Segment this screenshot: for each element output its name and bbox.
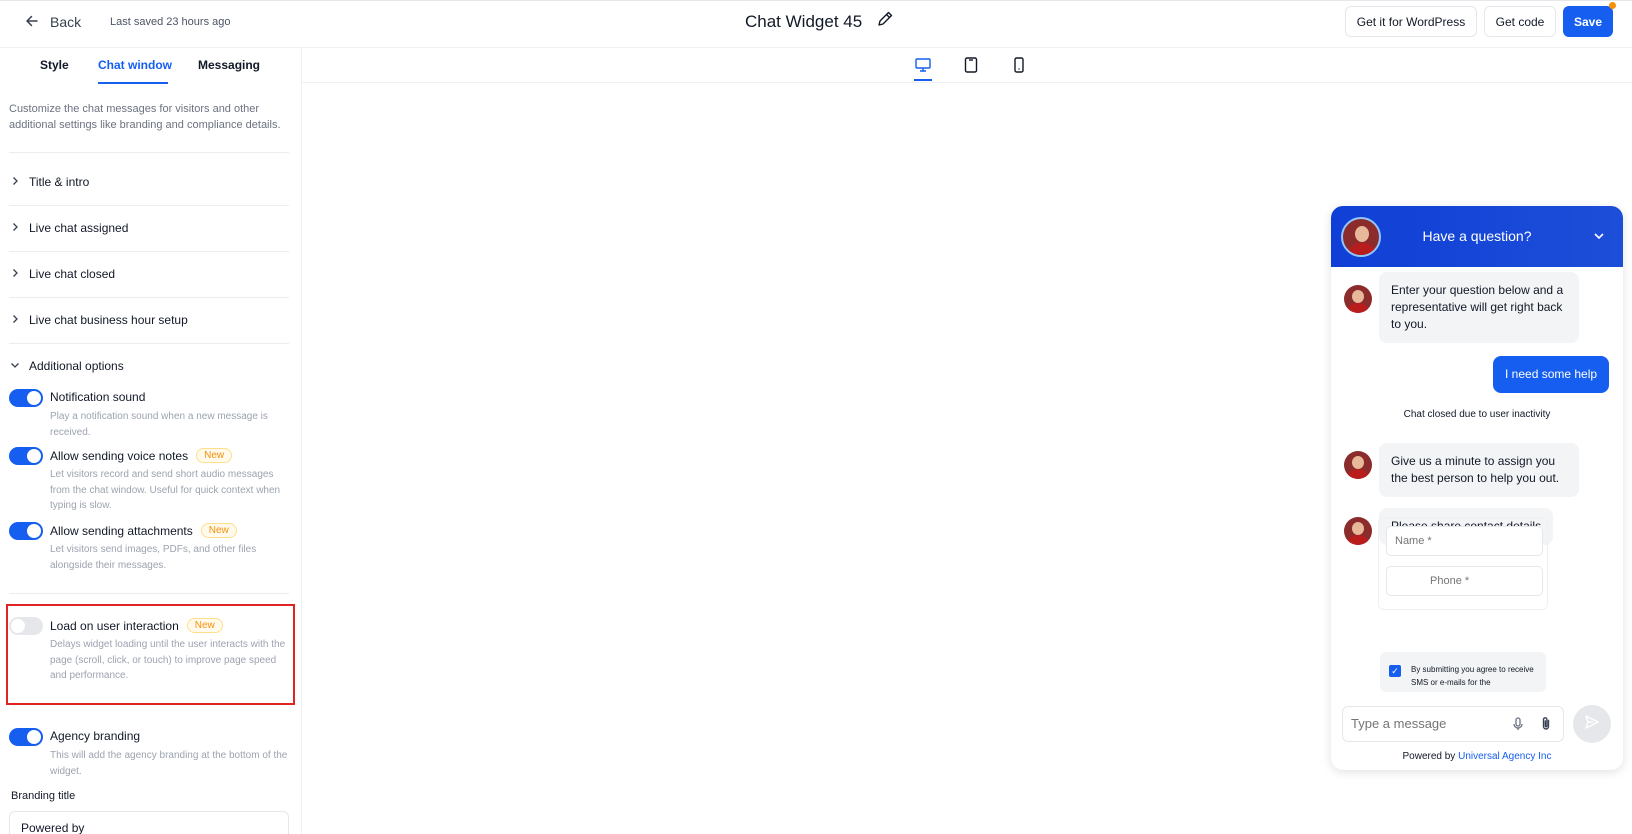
tab-style[interactable]: Style — [40, 58, 69, 72]
chevron-right-icon — [9, 313, 21, 328]
microphone-icon[interactable] — [1510, 716, 1526, 732]
widget-header-title: Have a question? — [1422, 228, 1532, 244]
section-label: Live chat business hour setup — [29, 313, 188, 327]
new-badge: New — [200, 523, 237, 538]
contact-form: ▼ — [1378, 517, 1548, 610]
divider — [9, 251, 289, 252]
section-title-intro[interactable]: Title & intro — [9, 170, 289, 194]
branding-title-label: Branding title — [11, 790, 76, 802]
section-live-chat-business-hour-setup[interactable]: Live chat business hour setup — [9, 308, 289, 332]
get-code-button[interactable]: Get code — [1484, 6, 1556, 37]
phone-input[interactable] — [1386, 566, 1543, 596]
divider — [9, 205, 289, 206]
top-bar: Back Last saved 23 hours ago Chat Widget… — [0, 0, 1632, 48]
option-title: Agency branding — [50, 729, 141, 743]
last-saved-text: Last saved 23 hours ago — [110, 16, 231, 28]
tab-chat-window[interactable]: Chat window — [98, 58, 172, 72]
attachments-toggle[interactable] — [9, 522, 43, 540]
pencil-icon[interactable] — [876, 10, 894, 33]
option-description: Let visitors send images, PDFs, and othe… — [50, 544, 257, 571]
divider — [9, 152, 289, 153]
powered-by-text: Powered by — [1402, 751, 1456, 762]
message-bubble-visitor: I need some help — [1493, 356, 1610, 393]
message-bubble: Give us a minute to assign you the best … — [1379, 443, 1579, 497]
consent-box: ✓ By submitting you agree to receive SMS… — [1380, 652, 1546, 692]
consent-text: By submitting you agree to receive SMS o… — [1411, 665, 1534, 687]
paperclip-icon[interactable] — [1538, 716, 1554, 732]
back-button[interactable]: Back — [24, 11, 81, 33]
chevron-right-icon — [9, 221, 21, 236]
chevron-right-icon — [9, 175, 21, 190]
agent-avatar — [1344, 451, 1372, 479]
back-label: Back — [50, 14, 82, 30]
section-label: Live chat closed — [29, 267, 116, 281]
option-title: Allow sending voice notes — [50, 448, 189, 463]
arrow-left-icon — [24, 13, 40, 32]
section-label: Additional options — [29, 359, 124, 373]
option-title: Notification sound — [50, 390, 146, 404]
send-icon — [1584, 714, 1600, 735]
chevron-down-icon — [9, 359, 21, 374]
panel-description: Customize the chat messages for visitors… — [9, 103, 281, 131]
message-input[interactable] — [1351, 716, 1501, 731]
message-composer — [1342, 706, 1564, 742]
section-live-chat-assigned[interactable]: Live chat assigned — [9, 216, 289, 240]
option-title: Allow sending attachments — [50, 523, 193, 538]
consent-checkbox[interactable]: ✓ — [1389, 665, 1401, 677]
agent-avatar — [1344, 517, 1372, 545]
section-additional-options[interactable]: Additional options — [9, 354, 289, 378]
section-label: Live chat assigned — [29, 221, 129, 235]
page-title: Chat Widget 45 — [745, 11, 863, 31]
agency-link[interactable]: Universal Agency Inc — [1458, 751, 1551, 762]
notification-dot — [1609, 2, 1616, 9]
option-description: Play a notification sound when a new mes… — [50, 411, 268, 438]
divider — [9, 593, 289, 594]
active-device-indicator — [914, 79, 932, 81]
section-live-chat-closed[interactable]: Live chat closed — [9, 262, 289, 286]
tab-messaging[interactable]: Messaging — [198, 58, 260, 72]
desktop-icon[interactable] — [914, 56, 932, 74]
chevron-right-icon — [9, 267, 21, 282]
message-bubble: Enter your question below and a represen… — [1379, 272, 1579, 343]
tablet-icon[interactable] — [962, 56, 980, 74]
branding-title-input[interactable] — [9, 811, 289, 834]
get-it-for-wordpress-button[interactable]: Get it for WordPress — [1345, 6, 1477, 37]
save-button[interactable]: Save — [1563, 6, 1613, 37]
new-badge: New — [196, 448, 233, 463]
name-input[interactable] — [1386, 526, 1543, 556]
section-label: Title & intro — [29, 175, 90, 189]
chat-messages: Enter your question below and a represen… — [1331, 267, 1623, 699]
chevron-down-icon[interactable] — [1592, 229, 1606, 243]
system-message: Chat closed due to user inactivity — [1403, 409, 1551, 420]
notification-sound-toggle[interactable] — [9, 389, 43, 407]
powered-by-footer: Powered by Universal Agency Inc — [1331, 751, 1623, 762]
widget-title-area: Chat Widget 45 — [745, 10, 894, 33]
mobile-icon[interactable] — [1010, 56, 1028, 74]
settings-panel: Style Chat window Messaging Customize th… — [0, 48, 302, 834]
divider — [9, 343, 289, 344]
option-description: Let visitors record and send short audio… — [50, 469, 281, 511]
preview-divider — [302, 82, 1632, 83]
agent-avatar — [1344, 285, 1372, 313]
agency-branding-toggle[interactable] — [9, 728, 43, 746]
divider — [9, 297, 289, 298]
voice-notes-toggle[interactable] — [9, 447, 43, 465]
send-button[interactable] — [1573, 705, 1611, 743]
chat-widget-preview: Have a question? Enter your question bel… — [1331, 206, 1623, 770]
widget-header: Have a question? — [1331, 206, 1623, 267]
option-description: This will add the agency branding at the… — [50, 750, 288, 777]
highlight-box — [6, 604, 295, 705]
tab-bar: Style Chat window Messaging — [0, 48, 301, 84]
active-tab-indicator — [98, 82, 168, 84]
